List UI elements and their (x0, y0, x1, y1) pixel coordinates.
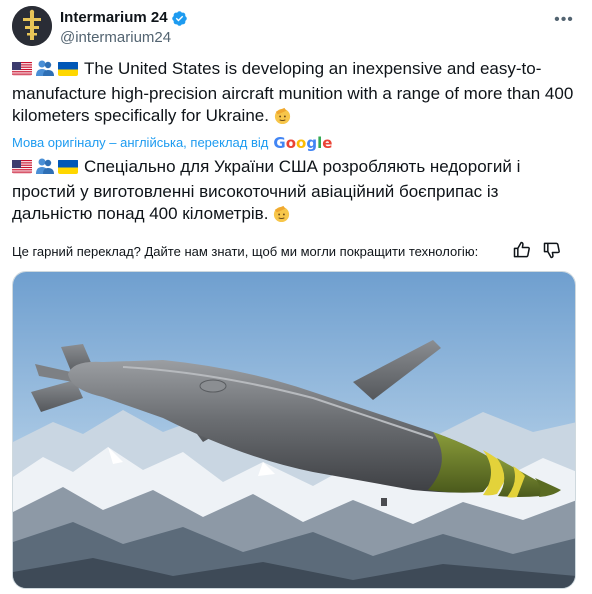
post-image[interactable] (12, 271, 576, 589)
people-hugging-icon (35, 157, 55, 181)
us-flag-icon (12, 159, 32, 174)
post-header: Intermarium 24 @intermarium24 ••• (12, 6, 580, 50)
saluting-face-icon (274, 107, 291, 125)
ukraine-flag-icon (58, 61, 78, 76)
us-flag-icon (12, 61, 32, 76)
post-text-en: The United States is developing an inexp… (12, 59, 574, 125)
more-options-icon[interactable]: ••• (552, 10, 576, 30)
post-text-original: The United States is developing an inexp… (12, 58, 582, 127)
missile-render-image (13, 272, 575, 588)
thumbs-up-icon[interactable] (512, 240, 532, 260)
saluting-face-icon (274, 205, 290, 223)
avatar[interactable] (12, 6, 52, 46)
translation-attribution[interactable]: Мова оригіналу – англійська, переклад ві… (12, 134, 332, 152)
people-hugging-icon (35, 59, 55, 83)
translation-feedback: Це гарний переклад? Дайте нам знати, щоб… (12, 240, 580, 264)
author-display-name[interactable]: Intermarium 24 (60, 8, 168, 28)
ukraine-flag-icon (58, 159, 78, 174)
cross-logo-icon (12, 6, 52, 46)
author-handle[interactable]: @intermarium24 (60, 28, 188, 48)
google-logo: Google (273, 134, 333, 152)
post-text-translated: Спеціально для України США розробляють н… (12, 156, 582, 225)
verified-badge-icon (171, 10, 187, 26)
feedback-prompt: Це гарний переклад? Дайте нам знати, щоб… (12, 244, 479, 259)
translation-note-text: Мова оригіналу – англійська, переклад ві… (12, 135, 269, 150)
thumbs-down-icon[interactable] (542, 240, 562, 260)
post-text-uk: Спеціально для України США розробляють н… (12, 157, 521, 223)
